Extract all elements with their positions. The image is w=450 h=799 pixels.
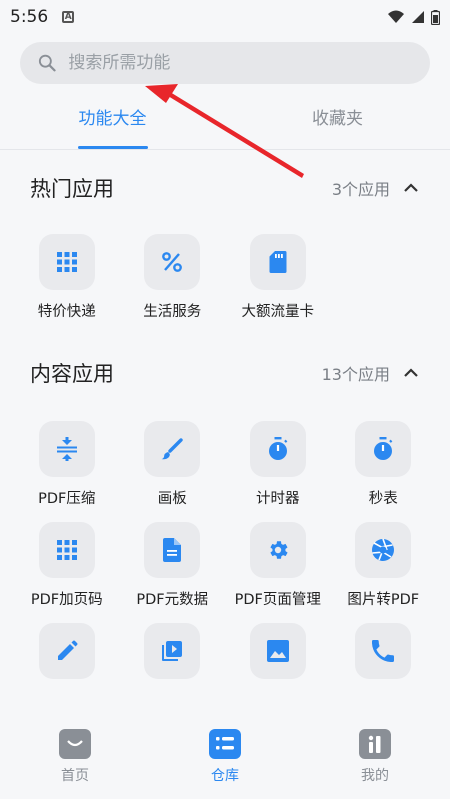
app-icon-bg	[144, 623, 201, 679]
app-pdf-page-numbers[interactable]: PDF加页码	[14, 522, 120, 609]
bottom-nav: 首页 仓库 我的	[0, 705, 450, 799]
timer-icon	[268, 437, 288, 460]
battery-icon	[431, 9, 440, 25]
tab-all-functions[interactable]: 功能大全	[0, 84, 225, 149]
grid-icon	[56, 252, 77, 272]
gear-icon	[270, 541, 288, 559]
app-icon-bg	[249, 421, 306, 477]
phone-icon	[372, 640, 395, 662]
profile-icon	[359, 729, 391, 759]
app-icon-bg	[249, 623, 306, 679]
hot-section-count: 3个应用	[331, 180, 390, 199]
wifi-icon	[388, 10, 404, 23]
grid-icon	[56, 540, 77, 560]
app-label: 图片转PDF	[347, 592, 420, 608]
brush-icon	[161, 438, 183, 460]
app-pdf-compress[interactable]: PDF压缩	[14, 421, 120, 508]
app-image[interactable]	[225, 623, 331, 679]
compress-icon	[56, 437, 77, 461]
percent-icon	[162, 252, 183, 272]
app-label: 计时器	[256, 491, 300, 507]
app-label: 生活服务	[143, 304, 202, 320]
status-time: 5:56	[10, 7, 49, 27]
app-label: 秒表	[368, 491, 398, 507]
app-express-deals[interactable]: 特价快递	[14, 234, 120, 321]
signal-icon	[412, 11, 424, 23]
app-icon-bg	[144, 421, 201, 477]
app-icon-bg	[355, 623, 412, 679]
hot-apps-grid: 特价快递 生活服务 大额流量卡	[0, 234, 450, 321]
content-apps-grid: PDF压缩 画板 计时器 秒表 PDF加页码 PDF元数据 PDF页面管理 图片…	[0, 421, 450, 679]
app-pdf-page-manage[interactable]: PDF页面管理	[225, 522, 331, 609]
sim-card-icon	[269, 251, 287, 273]
document-icon	[163, 538, 182, 562]
app-label: 画板	[157, 491, 187, 507]
nav-mine-label: 我的	[361, 768, 389, 784]
video-library-icon	[162, 641, 183, 661]
search-icon	[38, 54, 56, 72]
chevron-up-icon[interactable]	[402, 364, 420, 382]
app-video[interactable]	[120, 623, 226, 679]
app-icon-bg	[249, 234, 306, 290]
status-bar: 5:56 A	[0, 0, 450, 34]
app-life-services[interactable]: 生活服务	[120, 234, 226, 321]
chevron-up-icon[interactable]	[402, 179, 420, 197]
app-icon-bg	[38, 623, 95, 679]
aperture-icon	[372, 538, 395, 561]
search-input[interactable]	[68, 53, 412, 73]
tab-favorites[interactable]: 收藏夹	[225, 84, 450, 149]
hot-section-title: 热门应用	[30, 177, 114, 201]
list-icon	[209, 729, 241, 759]
nav-warehouse[interactable]: 仓库	[150, 729, 300, 799]
content-section-count: 13个应用	[321, 365, 390, 384]
bag-icon	[59, 729, 91, 759]
image-icon	[266, 640, 289, 662]
app-icon-bg	[144, 522, 201, 578]
nav-mine[interactable]: 我的	[300, 729, 450, 799]
app-image-to-pdf[interactable]: 图片转PDF	[331, 522, 437, 609]
search-wrap	[0, 34, 450, 84]
nav-home-label: 首页	[61, 768, 89, 784]
app-data-card[interactable]: 大额流量卡	[225, 234, 331, 321]
app-icon-bg	[38, 522, 95, 578]
app-label: PDF加页码	[30, 592, 103, 608]
content-section-header[interactable]: 内容应用 13个应用	[0, 335, 450, 411]
app-label: PDF页面管理	[234, 592, 321, 608]
app-icon-bg	[144, 234, 201, 290]
app-pdf-metadata[interactable]: PDF元数据	[120, 522, 226, 609]
app-label: 特价快递	[37, 304, 96, 320]
status-icons	[387, 9, 440, 25]
notification-a-icon: A	[62, 11, 75, 23]
tab-favorites-label: 收藏夹	[312, 109, 363, 129]
stopwatch-icon	[374, 437, 393, 460]
content-section-title: 内容应用	[30, 362, 114, 386]
tab-bar: 功能大全 收藏夹	[0, 84, 450, 150]
search-bar[interactable]	[20, 42, 430, 84]
app-stopwatch[interactable]: 秒表	[331, 421, 437, 508]
app-icon-bg	[38, 234, 95, 290]
app-icon-bg	[38, 421, 95, 477]
app-drawing-board[interactable]: 画板	[120, 421, 226, 508]
app-icon-bg	[249, 522, 306, 578]
app-icon-bg	[355, 421, 412, 477]
hot-section-header[interactable]: 热门应用 3个应用	[0, 150, 450, 226]
app-icon-bg	[355, 522, 412, 578]
app-edit[interactable]	[14, 623, 120, 679]
nav-home[interactable]: 首页	[0, 729, 150, 799]
tab-all-functions-label: 功能大全	[78, 109, 147, 129]
app-label: PDF压缩	[38, 491, 96, 507]
app-label: PDF元数据	[136, 592, 209, 608]
pencil-icon	[57, 640, 78, 660]
app-timer[interactable]: 计时器	[225, 421, 331, 508]
nav-warehouse-label: 仓库	[211, 768, 239, 784]
app-label: 大额流量卡	[241, 304, 315, 320]
app-phone[interactable]	[331, 623, 437, 679]
